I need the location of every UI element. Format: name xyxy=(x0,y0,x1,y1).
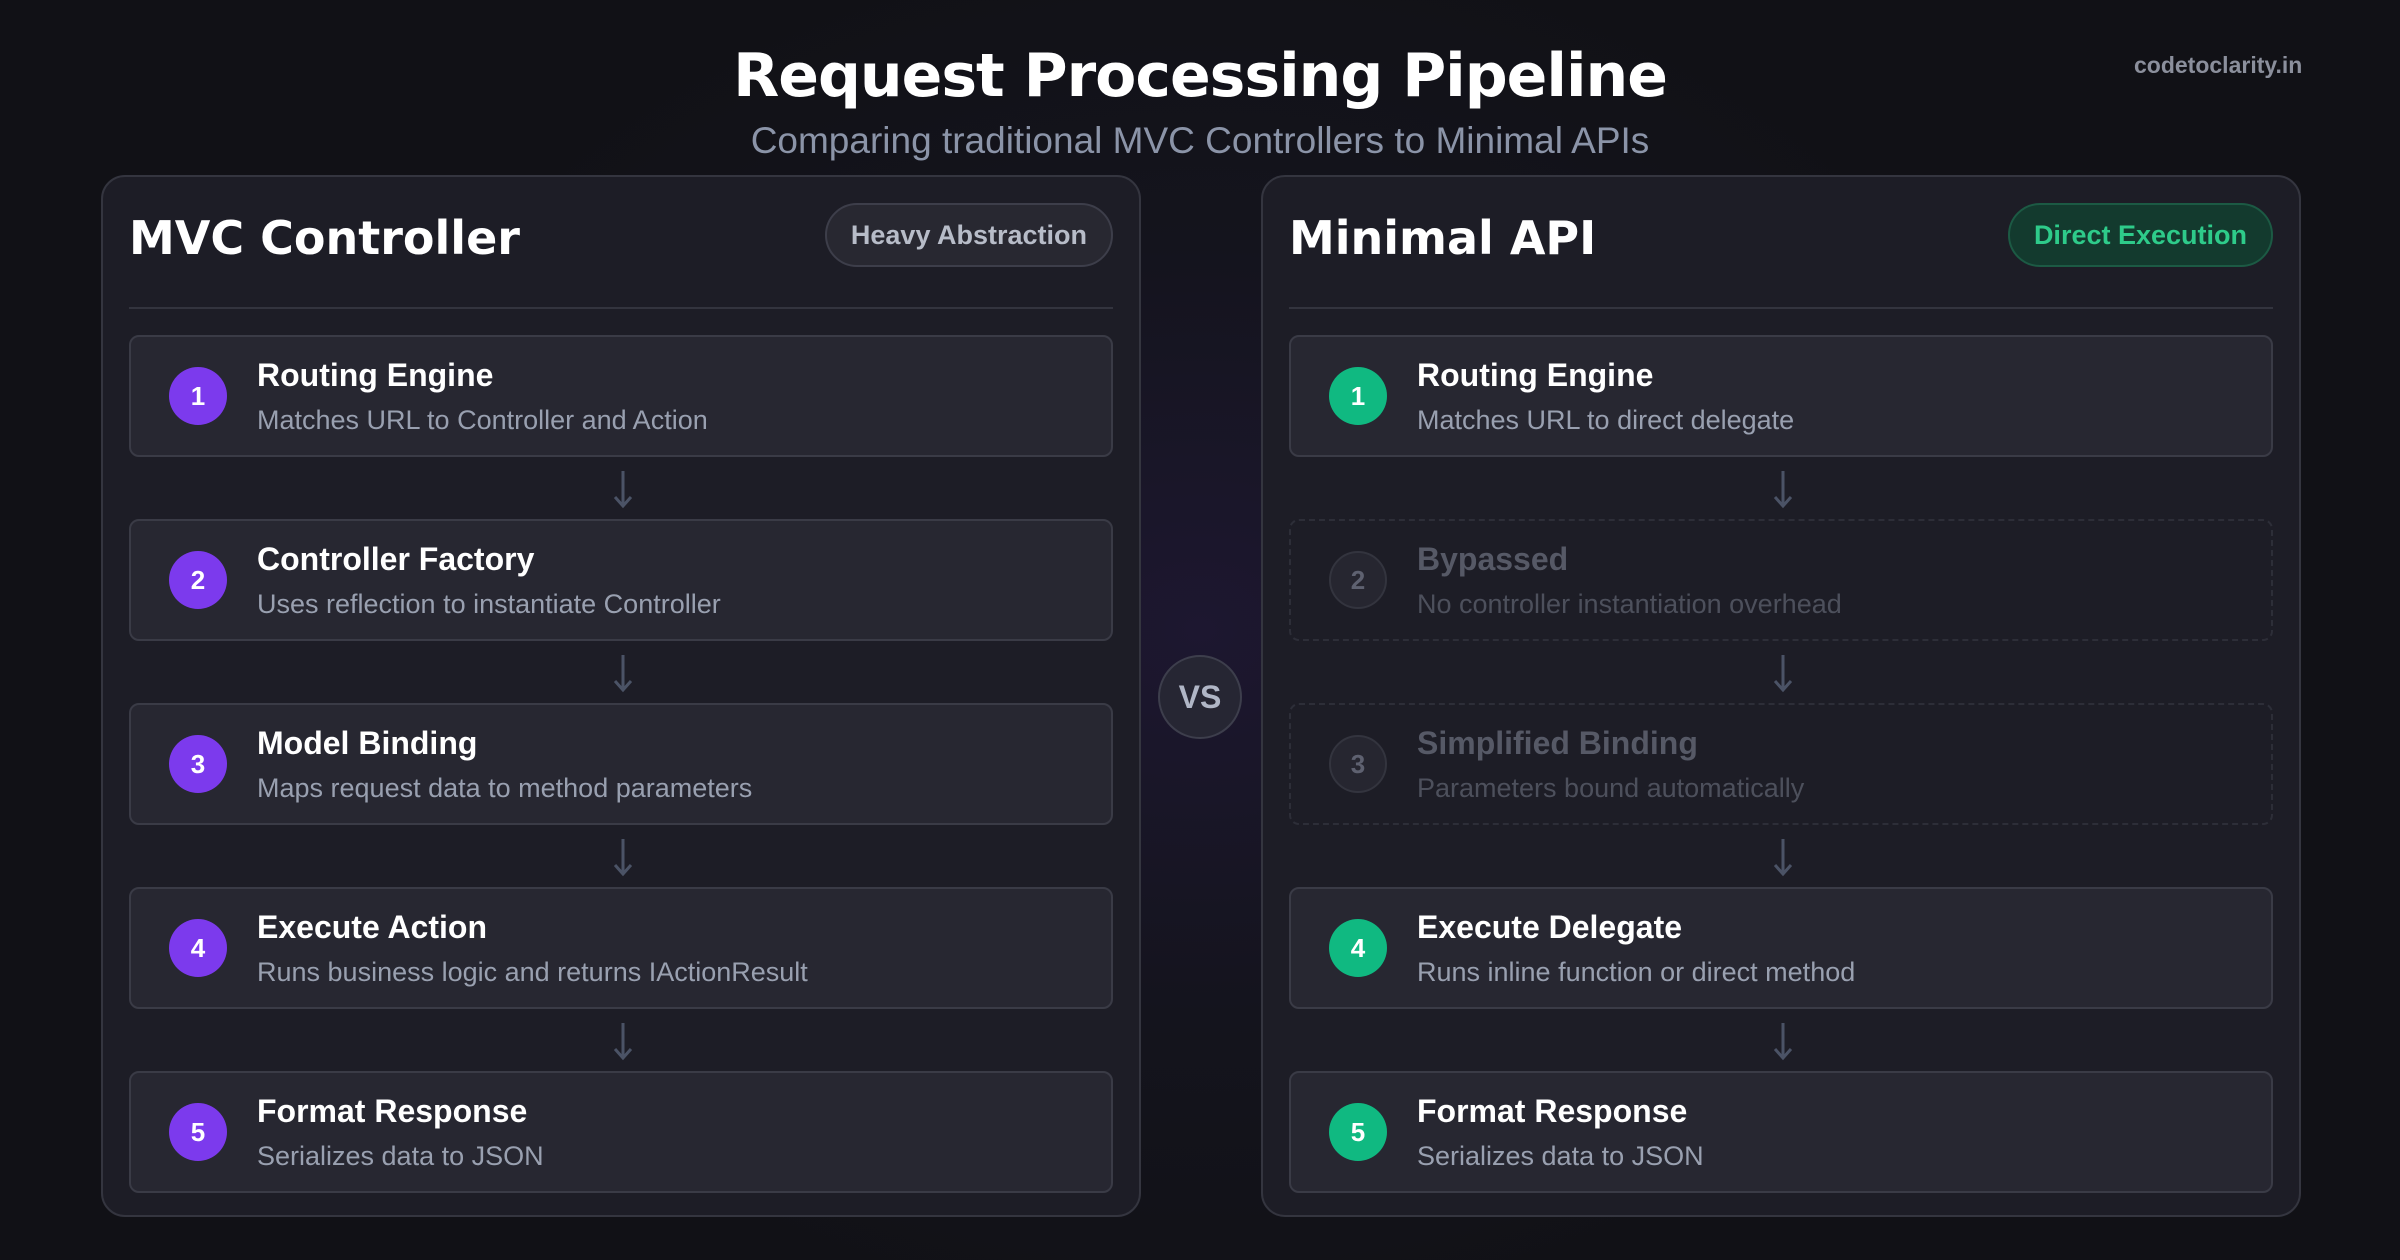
arrow-down-icon xyxy=(1768,469,1798,511)
step-description: Matches URL to direct delegate xyxy=(1417,405,1795,435)
step-number-badge: 2 xyxy=(1329,551,1387,609)
arrow-down-icon xyxy=(608,469,638,511)
minimal-panel-title: Minimal API xyxy=(1289,211,1597,265)
brand-label: codetoclarity.in xyxy=(2134,52,2303,78)
arrow-down-icon xyxy=(608,1021,638,1063)
step-number-badge: 5 xyxy=(169,1103,227,1161)
arrow-down-icon xyxy=(608,837,638,879)
step-description: Serializes data to JSON xyxy=(1417,1141,1704,1171)
arrow-down-icon xyxy=(1768,837,1798,879)
header: Request Processing Pipeline Comparing tr… xyxy=(0,36,2400,166)
step-title: Routing Engine xyxy=(257,357,494,393)
step-number-badge: 4 xyxy=(1329,919,1387,977)
step-description: Serializes data to JSON xyxy=(257,1141,544,1171)
step-number-badge: 2 xyxy=(169,551,227,609)
step-number-badge: 1 xyxy=(169,367,227,425)
step-number-badge: 4 xyxy=(169,919,227,977)
arrow-down-icon xyxy=(1768,653,1798,695)
step-description: Parameters bound automatically xyxy=(1417,773,1805,803)
mvc-step-model-binding: 3 Model Binding Maps request data to met… xyxy=(129,703,1113,825)
step-title: Routing Engine xyxy=(1417,357,1654,393)
step-title: Controller Factory xyxy=(257,541,535,577)
step-title: Format Response xyxy=(257,1093,528,1129)
mvc-step-execute-action: 4 Execute Action Runs business logic and… xyxy=(129,887,1113,1009)
step-description: Maps request data to method parameters xyxy=(257,773,753,803)
minimal-step-bypassed: 2 Bypassed No controller instantiation o… xyxy=(1289,519,2273,641)
step-description: Matches URL to Controller and Action xyxy=(257,405,708,435)
step-title: Execute Delegate xyxy=(1417,909,1683,945)
step-description: Runs inline function or direct method xyxy=(1417,957,1856,987)
step-description: No controller instantiation overhead xyxy=(1417,589,1842,619)
minimal-divider xyxy=(1289,307,2273,309)
vs-badge: VS xyxy=(1158,655,1242,739)
mvc-step-format-response: 5 Format Response Serializes data to JSO… xyxy=(129,1071,1113,1193)
page-subtitle: Comparing traditional MVC Controllers to… xyxy=(750,120,1650,161)
mvc-divider xyxy=(129,307,1113,309)
minimal-api-panel: Minimal API Direct Execution 1 Routing E… xyxy=(1261,175,2301,1217)
step-number-badge: 3 xyxy=(169,735,227,793)
minimal-step-execute-delegate: 4 Execute Delegate Runs inline function … xyxy=(1289,887,2273,1009)
mvc-step-controller-factory: 2 Controller Factory Uses reflection to … xyxy=(129,519,1113,641)
step-title: Simplified Binding xyxy=(1417,725,1698,761)
step-title: Model Binding xyxy=(257,725,478,761)
arrow-down-icon xyxy=(1768,1021,1798,1063)
step-title: Bypassed xyxy=(1417,541,1569,577)
page-title: Request Processing Pipeline xyxy=(733,41,1668,111)
step-number-badge: 3 xyxy=(1329,735,1387,793)
mvc-panel: MVC Controller Heavy Abstraction 1 Routi… xyxy=(101,175,1141,1217)
minimal-step-format-response: 5 Format Response Serializes data to JSO… xyxy=(1289,1071,2273,1193)
minimal-panel-header: Minimal API Direct Execution xyxy=(1289,203,2273,269)
minimal-step-routing: 1 Routing Engine Matches URL to direct d… xyxy=(1289,335,2273,457)
step-title: Execute Action xyxy=(257,909,487,945)
step-description: Runs business logic and returns IActionR… xyxy=(257,957,808,987)
step-description: Uses reflection to instantiate Controlle… xyxy=(257,589,721,619)
mvc-step-routing: 1 Routing Engine Matches URL to Controll… xyxy=(129,335,1113,457)
mvc-badge: Heavy Abstraction xyxy=(824,203,1113,267)
minimal-badge: Direct Execution xyxy=(2007,203,2273,267)
minimal-step-simplified-binding: 3 Simplified Binding Parameters bound au… xyxy=(1289,703,2273,825)
step-title: Format Response xyxy=(1417,1093,1688,1129)
mvc-panel-header: MVC Controller Heavy Abstraction xyxy=(129,203,1113,269)
step-number-badge: 5 xyxy=(1329,1103,1387,1161)
step-number-badge: 1 xyxy=(1329,367,1387,425)
arrow-down-icon xyxy=(608,653,638,695)
mvc-panel-title: MVC Controller xyxy=(129,211,520,265)
